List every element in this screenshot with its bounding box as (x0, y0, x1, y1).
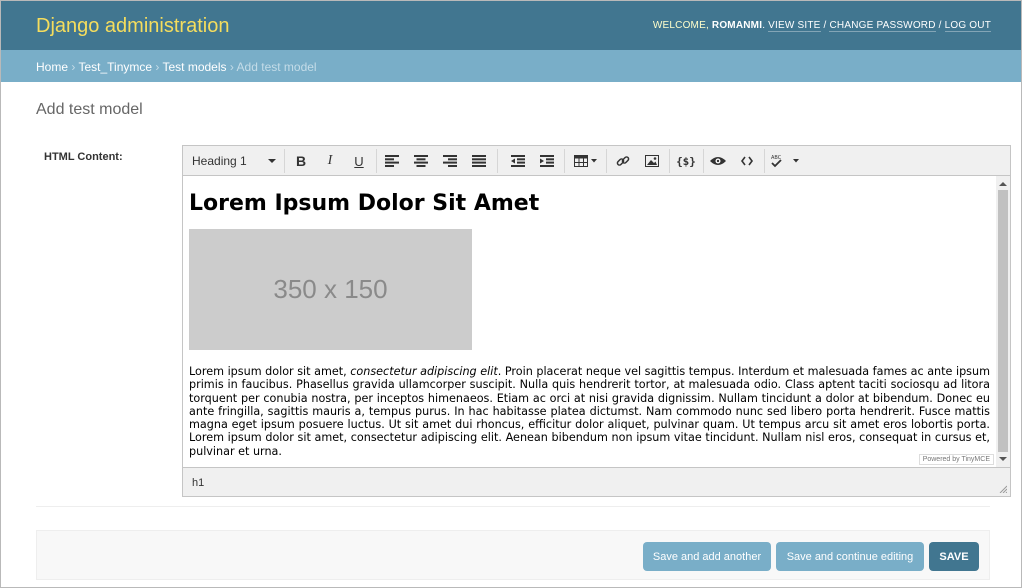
align-justify-icon (472, 155, 486, 167)
log-out-link[interactable]: LOG OUT (944, 20, 991, 32)
page-title: Add test model (36, 101, 143, 118)
align-center-icon (414, 155, 428, 167)
table-icon (574, 155, 597, 167)
format-select-value: Heading 1 (192, 154, 247, 168)
user-tools: WELCOME, ROMANMI. VIEW SITE / CHANGE PAS… (652, 20, 991, 32)
paragraph-text: Lorem ipsum dolor sit amet, (189, 365, 351, 378)
paragraph-text: . Proin placerat neque vel sagittis temp… (189, 365, 991, 458)
indent-button[interactable] (534, 149, 560, 173)
toolbar-divider (376, 149, 377, 173)
page-frame: Django administration WELCOME, ROMANMI. … (0, 0, 1022, 588)
align-right-button[interactable] (437, 149, 463, 173)
editor-statusbar: h1 (183, 467, 1010, 496)
outdent-icon (511, 155, 525, 167)
resize-handle-icon[interactable] (999, 485, 1007, 493)
breadcrumb-current: Add test model (236, 60, 317, 74)
site-branding[interactable]: Django administration (36, 15, 229, 38)
breadcrumb-separator: › (68, 60, 79, 74)
template-icon: {$} (676, 154, 696, 168)
spellcheck-button[interactable]: ABC (768, 149, 804, 173)
code-button[interactable] (734, 149, 760, 173)
rich-text-editor: Heading 1 B I U {$} ABC Lorem Ipsum Dolo… (182, 145, 1011, 497)
divider (36, 506, 990, 507)
toolbar-divider (284, 149, 285, 173)
toolbar-divider (703, 149, 704, 173)
toolbar-divider (497, 149, 498, 173)
content-paragraph: Lorem ipsum dolor sit amet, consectetur … (189, 365, 990, 458)
breadcrumb-model[interactable]: Test models (163, 60, 227, 74)
separator: / (935, 20, 945, 31)
paragraph-italic-text: consectetur adipiscing elit (350, 365, 498, 378)
editor-scrollbar[interactable] (996, 176, 1010, 467)
breadcrumb-app[interactable]: Test_Tinymce (78, 60, 152, 74)
toolbar-divider (669, 149, 670, 173)
view-site-link[interactable]: VIEW SITE (768, 20, 821, 32)
breadcrumb-separator: › (226, 60, 237, 74)
code-icon (741, 156, 753, 166)
image-button[interactable] (639, 149, 665, 173)
username: ROMANMI (711, 20, 763, 31)
italic-icon: I (327, 153, 333, 168)
format-select[interactable]: Heading 1 (184, 147, 282, 174)
image-placeholder: 350 x 150 (189, 229, 472, 350)
welcome-text: WELCOME, (652, 20, 712, 31)
scroll-down-icon[interactable] (999, 457, 1007, 461)
outdent-button[interactable] (505, 149, 531, 173)
table-button[interactable] (569, 149, 603, 173)
html-content-label: HTML Content: (44, 151, 123, 163)
indent-icon (540, 155, 554, 167)
element-path[interactable]: h1 (192, 477, 204, 489)
italic-button[interactable]: I (317, 149, 343, 173)
underline-button[interactable]: U (346, 149, 372, 173)
link-icon (616, 156, 630, 166)
toolbar-divider (764, 149, 765, 173)
toolbar-divider (606, 149, 607, 173)
image-placeholder-label: 350 x 150 (273, 274, 388, 304)
link-button[interactable] (610, 149, 636, 173)
submit-row: Save and add another Save and continue e… (36, 530, 990, 580)
spellcheck-icon: ABC (771, 155, 799, 168)
change-password-link[interactable]: CHANGE PASSWORD (829, 20, 936, 32)
save-button[interactable]: SAVE (929, 542, 979, 571)
editor-content[interactable]: Lorem Ipsum Dolor Sit Amet 350 x 150 Lor… (183, 176, 996, 467)
save-and-continue-button[interactable]: Save and continue editing (776, 542, 924, 571)
breadcrumb: Home › Test_Tinymce › Test models › Add … (1, 50, 1021, 82)
image-icon (645, 155, 659, 167)
align-left-icon (385, 155, 399, 167)
align-center-button[interactable] (408, 149, 434, 173)
save-and-add-another-button[interactable]: Save and add another (643, 542, 771, 571)
underline-icon: U (354, 153, 364, 169)
toolbar-divider (564, 149, 565, 173)
chevron-down-icon (268, 159, 276, 163)
scrollbar-thumb[interactable] (998, 190, 1008, 452)
preview-icon (710, 157, 726, 165)
align-right-icon (443, 155, 457, 167)
bold-icon: B (295, 153, 307, 169)
editor-toolbar: Heading 1 B I U {$} ABC (183, 146, 1010, 176)
template-button[interactable]: {$} (673, 149, 699, 173)
preview-button[interactable] (705, 149, 731, 173)
content-heading: Lorem Ipsum Dolor Sit Amet (189, 191, 540, 216)
admin-header: Django administration WELCOME, ROMANMI. … (1, 1, 1021, 50)
powered-by-badge[interactable]: Powered by TinyMCE (918, 454, 994, 465)
align-justify-button[interactable] (466, 149, 492, 173)
breadcrumb-home[interactable]: Home (36, 60, 68, 74)
scroll-up-icon[interactable] (999, 182, 1007, 186)
breadcrumb-separator: › (152, 60, 163, 74)
bold-button[interactable]: B (288, 149, 314, 173)
align-left-button[interactable] (379, 149, 405, 173)
